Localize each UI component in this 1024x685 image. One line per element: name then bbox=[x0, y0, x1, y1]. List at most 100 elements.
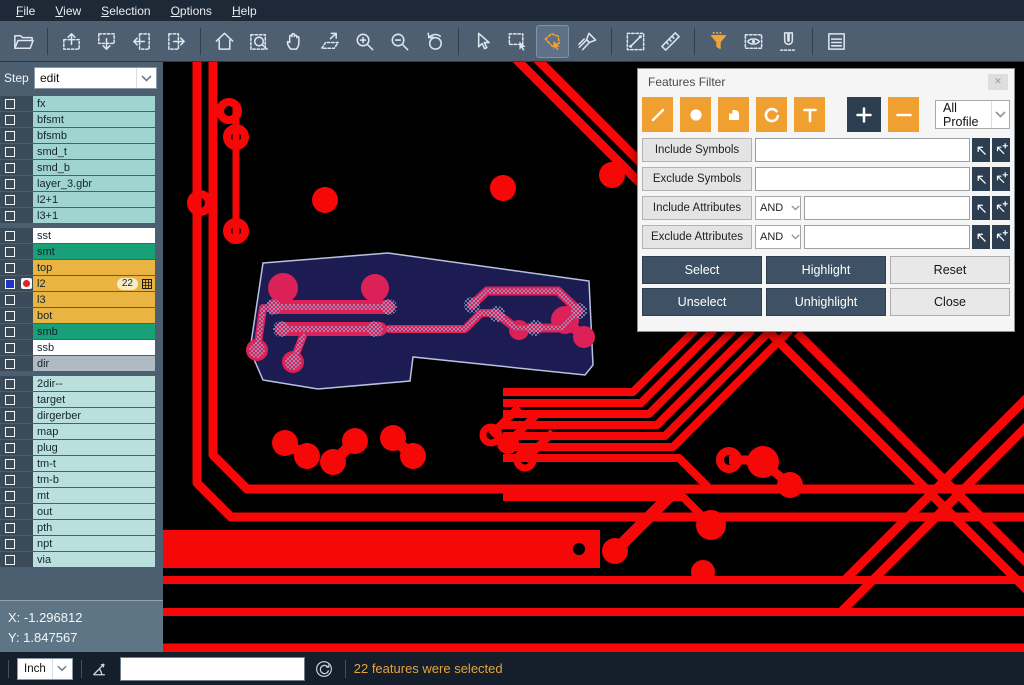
menu-options[interactable]: Options bbox=[161, 2, 222, 20]
layer-name-smb[interactable]: smb bbox=[33, 324, 155, 339]
layer-checkbox-bfsmb[interactable] bbox=[0, 128, 20, 143]
layer-name-l3+1[interactable]: l3+1 bbox=[33, 208, 155, 223]
layer-checkbox-bfsmt[interactable] bbox=[0, 112, 20, 127]
add-tool-button[interactable] bbox=[847, 97, 881, 132]
layer-name-pth[interactable]: pth bbox=[33, 520, 155, 535]
refresh-icon[interactable] bbox=[315, 660, 333, 678]
zoom-in-button[interactable] bbox=[349, 26, 380, 57]
home-button[interactable] bbox=[209, 26, 240, 57]
layer-name-plug[interactable]: plug bbox=[33, 440, 155, 455]
menu-selection[interactable]: Selection bbox=[91, 2, 160, 20]
unit-dropdown[interactable]: Inch bbox=[17, 658, 73, 680]
layer-checkbox-sst[interactable] bbox=[0, 228, 20, 243]
include-attributes-input[interactable] bbox=[804, 196, 970, 220]
layer-name-dirgerber[interactable]: dirgerber bbox=[33, 408, 155, 423]
layer-name-sst[interactable]: sst bbox=[33, 228, 155, 243]
pad-tool-button[interactable] bbox=[680, 97, 711, 132]
layer-name-l3[interactable]: l3 bbox=[33, 292, 155, 307]
select-button[interactable]: Select bbox=[642, 256, 762, 284]
remove-tool-button[interactable] bbox=[888, 97, 919, 132]
menu-file[interactable]: File bbox=[6, 2, 45, 20]
angle-measure-icon[interactable] bbox=[90, 660, 110, 678]
layer-name-l2[interactable]: l222 bbox=[33, 276, 155, 291]
line-tool-button[interactable] bbox=[642, 97, 673, 132]
polygon-select-button[interactable] bbox=[537, 26, 568, 57]
text-tool-button[interactable] bbox=[794, 97, 825, 132]
profile-dropdown[interactable]: All Profile bbox=[935, 100, 1010, 129]
layer-checkbox-fx[interactable] bbox=[0, 96, 20, 111]
layer-name-ssb[interactable]: ssb bbox=[33, 340, 155, 355]
step-dropdown[interactable]: edit bbox=[34, 67, 157, 89]
select-pointer-button[interactable] bbox=[467, 26, 498, 57]
exclude-attributes-operator[interactable]: AND bbox=[755, 225, 801, 249]
layer-name-bfsmb[interactable]: bfsmb bbox=[33, 128, 155, 143]
layer-checkbox-target[interactable] bbox=[0, 392, 20, 407]
layer-name-smt[interactable]: smt bbox=[33, 244, 155, 259]
include-attributes-operator[interactable]: AND bbox=[755, 196, 801, 220]
zoom-out-button[interactable] bbox=[384, 26, 415, 57]
menu-view[interactable]: View bbox=[45, 2, 91, 20]
ruler-button[interactable] bbox=[655, 26, 686, 57]
layers-panel-button[interactable] bbox=[821, 26, 852, 57]
exclude-symbols-button[interactable]: Exclude Symbols bbox=[642, 167, 752, 191]
layer-checkbox-map[interactable] bbox=[0, 424, 20, 439]
exclude-attributes-button[interactable]: Exclude Attributes bbox=[642, 225, 752, 249]
layer-name-map[interactable]: map bbox=[33, 424, 155, 439]
include-attributes-button[interactable]: Include Attributes bbox=[642, 196, 752, 220]
layer-checkbox-plug[interactable] bbox=[0, 440, 20, 455]
layer-checkbox-l2+1[interactable] bbox=[0, 192, 20, 207]
layer-checkbox-smd_b[interactable] bbox=[0, 160, 20, 175]
pick-attribute-icon[interactable] bbox=[972, 225, 990, 249]
layer-checkbox-dir[interactable] bbox=[0, 356, 20, 371]
highlight-button[interactable]: Highlight bbox=[766, 256, 886, 284]
layer-name-via[interactable]: via bbox=[33, 552, 155, 567]
close-button[interactable]: Close bbox=[890, 288, 1010, 316]
layer-checkbox-smd_t[interactable] bbox=[0, 144, 20, 159]
pick-attribute-add-icon[interactable] bbox=[992, 225, 1010, 249]
layer-checkbox-mt[interactable] bbox=[0, 488, 20, 503]
pick-attribute-icon[interactable] bbox=[972, 196, 990, 220]
layer-checkbox-pth[interactable] bbox=[0, 520, 20, 535]
layer-name-tm-b[interactable]: tm-b bbox=[33, 472, 155, 487]
pan-hand-button[interactable] bbox=[279, 26, 310, 57]
zoom-window-button[interactable] bbox=[244, 26, 275, 57]
layer-checkbox-smt[interactable] bbox=[0, 244, 20, 259]
layer-name-dir[interactable]: dir bbox=[33, 356, 155, 371]
layer-name-fx[interactable]: fx bbox=[33, 96, 155, 111]
layer-checkbox-l3[interactable] bbox=[0, 292, 20, 307]
pan-right-button[interactable] bbox=[161, 26, 192, 57]
move-view-button[interactable] bbox=[314, 26, 345, 57]
layer-checkbox-via[interactable] bbox=[0, 552, 20, 567]
layer-name-smd_t[interactable]: smd_t bbox=[33, 144, 155, 159]
view-options-button[interactable] bbox=[738, 26, 769, 57]
layer-name-target[interactable]: target bbox=[33, 392, 155, 407]
layer-name-tm-t[interactable]: tm-t bbox=[33, 456, 155, 471]
pan-left-button[interactable] bbox=[126, 26, 157, 57]
rect-select-button[interactable] bbox=[502, 26, 533, 57]
unselect-button[interactable]: Unselect bbox=[642, 288, 762, 316]
features-filter-button[interactable] bbox=[703, 26, 734, 57]
layer-name-mt[interactable]: mt bbox=[33, 488, 155, 503]
pan-down-button[interactable] bbox=[91, 26, 122, 57]
measure-line-button[interactable] bbox=[620, 26, 651, 57]
layer-checkbox-out[interactable] bbox=[0, 504, 20, 519]
include-symbols-button[interactable]: Include Symbols bbox=[642, 138, 752, 162]
dialog-title-bar[interactable]: Features Filter ✕ bbox=[638, 69, 1014, 94]
unhighlight-button[interactable]: Unhighlight bbox=[766, 288, 886, 316]
layer-name-2dir--[interactable]: 2dir-- bbox=[33, 376, 155, 391]
layer-checkbox-2dir--[interactable] bbox=[0, 376, 20, 391]
open-button[interactable] bbox=[8, 26, 39, 57]
layer-name-out[interactable]: out bbox=[33, 504, 155, 519]
layer-checkbox-tm-t[interactable] bbox=[0, 456, 20, 471]
layer-name-smd_b[interactable]: smd_b bbox=[33, 160, 155, 175]
exclude-symbols-input[interactable] bbox=[755, 167, 970, 191]
menu-help[interactable]: Help bbox=[222, 2, 267, 20]
layer-checkbox-l2[interactable] bbox=[0, 276, 20, 291]
include-symbols-input[interactable] bbox=[755, 138, 970, 162]
surface-tool-button[interactable] bbox=[718, 97, 749, 132]
layer-name-npt[interactable]: npt bbox=[33, 536, 155, 551]
snap-button[interactable] bbox=[773, 26, 804, 57]
clean-select-button[interactable] bbox=[572, 26, 603, 57]
pick-symbol-add-icon[interactable] bbox=[992, 167, 1010, 191]
pick-symbol-add-icon[interactable] bbox=[992, 138, 1010, 162]
